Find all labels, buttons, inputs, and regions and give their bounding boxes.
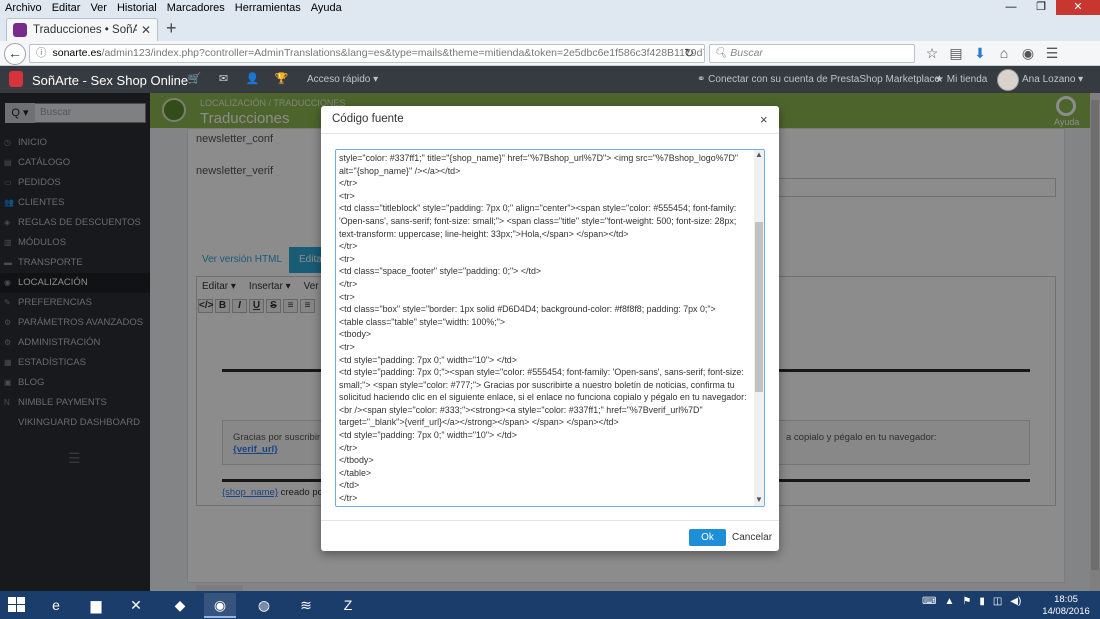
scroll-down-icon[interactable]: ▼ <box>754 495 764 504</box>
taskbar-file-explorer-icon[interactable]: ▆ <box>80 593 112 618</box>
shop-name[interactable]: SoñArte - Sex Shop Online <box>32 73 188 88</box>
system-tray: ⌨ ▲ ⚑ ▮ ◫ ◀) <box>922 596 1029 607</box>
close-window-button[interactable]: ✕ <box>1056 0 1100 15</box>
taskbar-internet-explorer-icon[interactable]: e <box>40 593 72 618</box>
menu-ayuda[interactable]: Ayuda <box>306 2 347 14</box>
header-notification-icons: 🛒 ✉ 👤 🏆 <box>180 72 296 85</box>
flag-icon[interactable]: ⚑ <box>962 596 971 607</box>
source-code-content[interactable]: style="color: #337ff1;" title="{shop_nam… <box>339 152 751 505</box>
reading-list-icon[interactable]: ▤ <box>944 42 968 64</box>
connect-icon: ⚭ <box>697 74 709 85</box>
url-bar[interactable]: ⓘ sonarte.es/admin123/index.php?controlle… <box>29 44 705 63</box>
star-icon: ★ <box>935 74 947 85</box>
taskbar-spotify-icon[interactable]: ≋ <box>290 593 322 618</box>
battery-icon[interactable]: ▮ <box>979 596 985 607</box>
menu-marcadores[interactable]: Marcadores <box>162 2 230 14</box>
new-tab-button[interactable]: + <box>166 18 177 38</box>
browser-toolbar-icons: ☆ ▤ ⬇ ⌂ ◉ ☰ <box>920 42 1064 64</box>
messages-mail-icon[interactable]: ✉ <box>209 72 238 85</box>
my-shop-link[interactable]: ★ Mi tienda <box>935 74 987 85</box>
cancel-button[interactable]: Cancelar <box>732 529 772 546</box>
dialog-close-icon[interactable]: × <box>760 112 768 127</box>
code-scrollbar-thumb[interactable] <box>755 222 763 392</box>
taskbar-chrome-icon[interactable]: ◍ <box>248 593 280 618</box>
browser-search-input[interactable]: 🔍︎ Buscar <box>709 44 915 63</box>
taskbar-filezilla-icon[interactable]: Z <box>332 593 364 618</box>
back-button[interactable]: ← <box>4 43 26 65</box>
tab-strip <box>0 15 1100 41</box>
browser-tab-active[interactable]: Traducciones • SoñArte - ... ✕ <box>6 18 158 41</box>
pocket-icon[interactable]: ◉ <box>1016 42 1040 64</box>
window-controls: — ❐ ✕ <box>996 0 1100 15</box>
network-icon[interactable]: ◫ <box>993 596 1002 607</box>
clock-time[interactable]: 18:05 <box>1046 594 1086 605</box>
ok-button[interactable]: Ok <box>689 529 726 546</box>
user-menu[interactable]: Ana Lozano ▾ <box>1022 74 1083 85</box>
menu-herramientas[interactable]: Herramientas <box>230 2 306 14</box>
info-icon[interactable]: ⓘ <box>36 47 47 59</box>
downloads-icon[interactable]: ⬇ <box>968 42 992 64</box>
search-icon: 🔍︎ <box>714 47 731 59</box>
menu-archivo[interactable]: Archivo <box>0 2 47 14</box>
scroll-up-icon[interactable]: ▲ <box>754 150 764 159</box>
customers-user-icon[interactable]: 👤 <box>238 72 267 85</box>
orders-cart-icon[interactable]: 🛒 <box>180 72 209 85</box>
menu-ver[interactable]: Ver <box>85 2 112 14</box>
minimize-button[interactable]: — <box>996 0 1026 15</box>
maximize-button[interactable]: ❐ <box>1026 0 1056 15</box>
taskbar-firefox-icon[interactable]: ◉ <box>204 593 236 618</box>
url-path: /admin123/index.php?controller=AdminTran… <box>101 47 705 59</box>
windows-start-icon[interactable] <box>8 597 26 613</box>
marketplace-label: Conectar con su cuenta de PrestaShop Mar… <box>708 74 940 85</box>
tab-close-icon[interactable]: ✕ <box>141 23 151 37</box>
tray-expand-icon[interactable]: ▲ <box>944 596 954 607</box>
tab-title: Traducciones • SoñArte - ... <box>33 24 137 36</box>
marketplace-link[interactable]: ⚭ Conectar con su cuenta de PrestaShop M… <box>697 74 940 85</box>
trophy-icon[interactable]: 🏆 <box>267 72 296 85</box>
url-host: sonarte.es <box>52 47 102 59</box>
search-placeholder: Buscar <box>730 47 763 59</box>
browser-menubar: Archivo Editar Ver Historial Marcadores … <box>0 0 1100 15</box>
keyboard-icon[interactable]: ⌨ <box>922 596 936 607</box>
menu-editar[interactable]: Editar <box>47 2 86 14</box>
quick-access-dropdown[interactable]: Acceso rápido ▾ <box>307 74 378 85</box>
menu-historial[interactable]: Historial <box>112 2 162 14</box>
dialog-title: Código fuente <box>332 113 404 125</box>
taskbar-xampp-icon[interactable]: ✕ <box>120 593 152 618</box>
prestashop-logo-icon[interactable] <box>9 71 23 87</box>
my-shop-label: Mi tienda <box>946 74 988 85</box>
clock-date[interactable]: 14/08/2016 <box>1040 606 1092 617</box>
hamburger-menu-icon[interactable]: ☰ <box>1040 42 1064 64</box>
home-icon[interactable]: ⌂ <box>992 42 1016 64</box>
bookmark-star-icon[interactable]: ☆ <box>920 42 944 64</box>
avatar[interactable] <box>997 69 1019 91</box>
favicon-icon <box>13 23 27 37</box>
volume-icon[interactable]: ◀) <box>1010 596 1021 607</box>
dialog-footer-divider <box>321 520 779 521</box>
modal-backdrop-left[interactable] <box>0 93 150 591</box>
taskbar-app-red-icon[interactable]: ◆ <box>164 593 196 618</box>
reload-icon[interactable]: ↻ <box>684 44 694 63</box>
